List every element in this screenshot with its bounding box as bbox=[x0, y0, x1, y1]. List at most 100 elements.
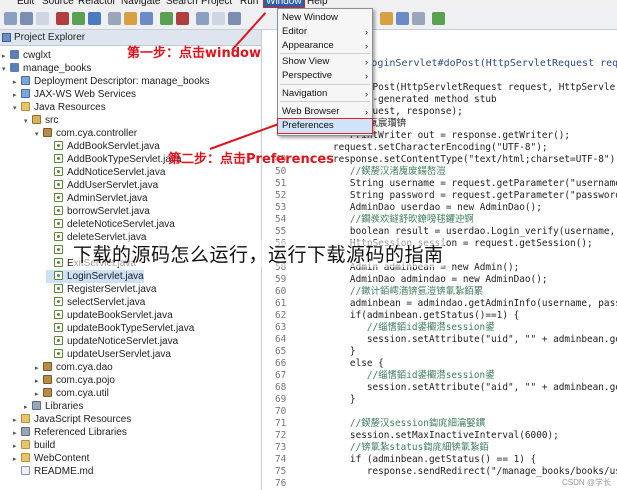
new-toolbar-icon[interactable] bbox=[4, 12, 17, 25]
forward-toolbar-icon[interactable] bbox=[212, 12, 225, 25]
task-toolbar-icon[interactable] bbox=[140, 12, 153, 25]
menu-navigate[interactable]: Navigate bbox=[121, 0, 160, 7]
build-toolbar-icon[interactable] bbox=[432, 12, 445, 25]
stop-toolbar-icon[interactable] bbox=[176, 12, 189, 25]
tree-item[interactable]: ▸ cwglxt bbox=[2, 49, 51, 62]
window-menu-editor[interactable]: Editor › bbox=[278, 25, 372, 39]
tree-item[interactable]: AddBookTypeServlet.java bbox=[46, 153, 182, 166]
menu-item-label: Navigation bbox=[282, 88, 328, 99]
code-line: //锛氭紮status鍧庣細锛氭紮銆 bbox=[333, 442, 489, 453]
expanded-arrow-icon[interactable]: ▾ bbox=[2, 63, 10, 76]
debug-toolbar-icon[interactable] bbox=[56, 12, 69, 25]
tree-item-label: updateNoticeServlet.java bbox=[67, 336, 179, 347]
code-line: //鐗彂欢鐩舒欥鐐嗙毬鑺迚锕 bbox=[333, 214, 474, 225]
source-folder-icon bbox=[32, 115, 41, 124]
java-file-icon bbox=[54, 258, 63, 267]
line-number: 62 bbox=[275, 310, 287, 321]
window-menu-preferences[interactable]: Preferences bbox=[277, 118, 373, 134]
tree-item[interactable]: README.md bbox=[13, 465, 93, 478]
tree-item[interactable]: ▾ com.cya.controller bbox=[35, 127, 137, 140]
tree-item[interactable]: ▸ WebContent bbox=[13, 452, 89, 465]
tree-item[interactable]: updateBookServlet.java bbox=[46, 309, 173, 322]
menu-window[interactable]: Window bbox=[263, 0, 305, 8]
tree-item[interactable]: ▸ JAX-WS Web Services bbox=[13, 88, 136, 101]
open-type-toolbar-icon[interactable] bbox=[124, 12, 137, 25]
tree-item[interactable]: ▾ Java Resources bbox=[13, 101, 106, 114]
tree-item[interactable]: AddBookServlet.java bbox=[46, 140, 160, 153]
package-icon bbox=[43, 388, 52, 397]
line-number: 53 bbox=[275, 202, 287, 213]
file-icon bbox=[21, 466, 30, 475]
tree-item-label: Deployment Descriptor: manage_books bbox=[34, 76, 210, 87]
tree-item[interactable]: ▸ JavaScript Resources bbox=[13, 413, 131, 426]
tree-item[interactable]: AdminServlet.java bbox=[46, 192, 148, 205]
tree-item[interactable]: ▸ com.cya.pojo bbox=[35, 374, 115, 387]
window-menu-new-window[interactable]: New Window bbox=[278, 11, 372, 25]
tree-item[interactable]: selectServlet.java bbox=[46, 296, 145, 309]
line-number: 68 bbox=[275, 382, 287, 393]
tree-item[interactable]: AddUserServlet.java bbox=[46, 179, 158, 192]
expanded-arrow-icon[interactable]: ▾ bbox=[24, 115, 32, 128]
open-toolbar-icon[interactable] bbox=[412, 12, 425, 25]
code-line: if(adminbean.getStatus()==1) { bbox=[333, 310, 520, 321]
print-toolbar-icon[interactable] bbox=[36, 12, 49, 25]
menu-edit[interactable]: Edit bbox=[17, 0, 34, 7]
java-file-icon bbox=[54, 349, 63, 358]
expanded-arrow-icon[interactable]: ▾ bbox=[35, 128, 43, 141]
tree-item-label: com.cya.controller bbox=[56, 128, 138, 139]
tree-item[interactable]: ▸ Deployment Descriptor: manage_books bbox=[13, 75, 210, 88]
java-file-icon bbox=[54, 297, 63, 306]
menu-project[interactable]: Project bbox=[201, 0, 232, 7]
tree-item-label: Referenced Libraries bbox=[34, 427, 127, 438]
back-toolbar-icon[interactable] bbox=[196, 12, 209, 25]
tree-item[interactable]: updateNoticeServlet.java bbox=[46, 335, 178, 348]
tree-item[interactable]: ▸ build bbox=[13, 439, 55, 452]
menu-run[interactable]: Run bbox=[240, 0, 258, 7]
tree-item[interactable]: ▸ Libraries bbox=[24, 400, 83, 413]
step2-annotation: 第二步：点击Preferences bbox=[168, 152, 334, 167]
tree-item[interactable] bbox=[46, 244, 67, 257]
run-last-toolbar-icon[interactable] bbox=[160, 12, 173, 25]
credit-watermark: CSDN @学长 bbox=[561, 478, 611, 487]
menu-source[interactable]: Source bbox=[42, 0, 74, 7]
menu-help[interactable]: Help bbox=[307, 0, 328, 7]
expanded-arrow-icon[interactable]: ▾ bbox=[13, 102, 21, 115]
code-line: } bbox=[333, 346, 356, 357]
pin-toolbar-icon[interactable] bbox=[396, 12, 409, 25]
window-menu-show-view[interactable]: Show View › bbox=[278, 55, 372, 69]
nav-toolbar-icon[interactable] bbox=[228, 12, 241, 25]
tree-item-selected[interactable]: LoginServlet.java bbox=[46, 270, 144, 283]
menu-refactor[interactable]: Refactor bbox=[78, 0, 116, 7]
menu-item-label: Perspective bbox=[282, 70, 333, 81]
tree-item[interactable]: ▾ manage_books bbox=[2, 62, 91, 75]
window-menu-web-browser[interactable]: Web Browser › bbox=[278, 105, 372, 119]
tree-item[interactable]: ▸ com.cya.dao bbox=[35, 361, 113, 374]
external-tools-toolbar-icon[interactable] bbox=[88, 12, 101, 25]
tree-item[interactable]: ▾ src bbox=[24, 114, 58, 127]
window-menu-navigation[interactable]: Navigation › bbox=[278, 87, 372, 101]
search-toolbar-icon[interactable] bbox=[108, 12, 121, 25]
tree-item-label: RegisterServlet.java bbox=[67, 284, 157, 295]
window-menu-appearance[interactable]: Appearance › bbox=[278, 39, 372, 53]
line-number: 70 bbox=[275, 406, 287, 417]
tree-item[interactable]: updateUserServlet.java bbox=[46, 348, 171, 361]
run-toolbar-icon[interactable] bbox=[72, 12, 85, 25]
tree-item[interactable]: borrowServlet.java bbox=[46, 205, 150, 218]
tree-item[interactable]: RegisterServlet.java bbox=[46, 283, 156, 296]
submenu-chevron-icon: › bbox=[365, 57, 368, 67]
menu-search[interactable]: Search bbox=[166, 0, 198, 7]
tree-item[interactable]: ▸ com.cya.util bbox=[35, 387, 109, 400]
tree-item-label: AddBookTypeServlet.java bbox=[67, 154, 182, 165]
tree-item-label: README.md bbox=[34, 466, 94, 477]
line-number: 75 bbox=[275, 466, 287, 477]
save-toolbar-icon[interactable] bbox=[20, 12, 33, 25]
line-number: 76 bbox=[275, 478, 287, 489]
tree-item-label: src bbox=[45, 115, 59, 126]
tree-item[interactable]: deleteNoticeServlet.java bbox=[46, 218, 175, 231]
tree-item[interactable]: AddNoticeServlet.java bbox=[46, 166, 165, 179]
task-list-toolbar-icon[interactable] bbox=[380, 12, 393, 25]
tree-item[interactable]: updateBookTypeServlet.java bbox=[46, 322, 194, 335]
tree-item[interactable]: ▸ Referenced Libraries bbox=[13, 426, 127, 439]
window-menu-perspective[interactable]: Perspective › bbox=[278, 69, 372, 83]
code-line: adminbean = admindao.getAdminInfo(userna… bbox=[333, 298, 617, 309]
